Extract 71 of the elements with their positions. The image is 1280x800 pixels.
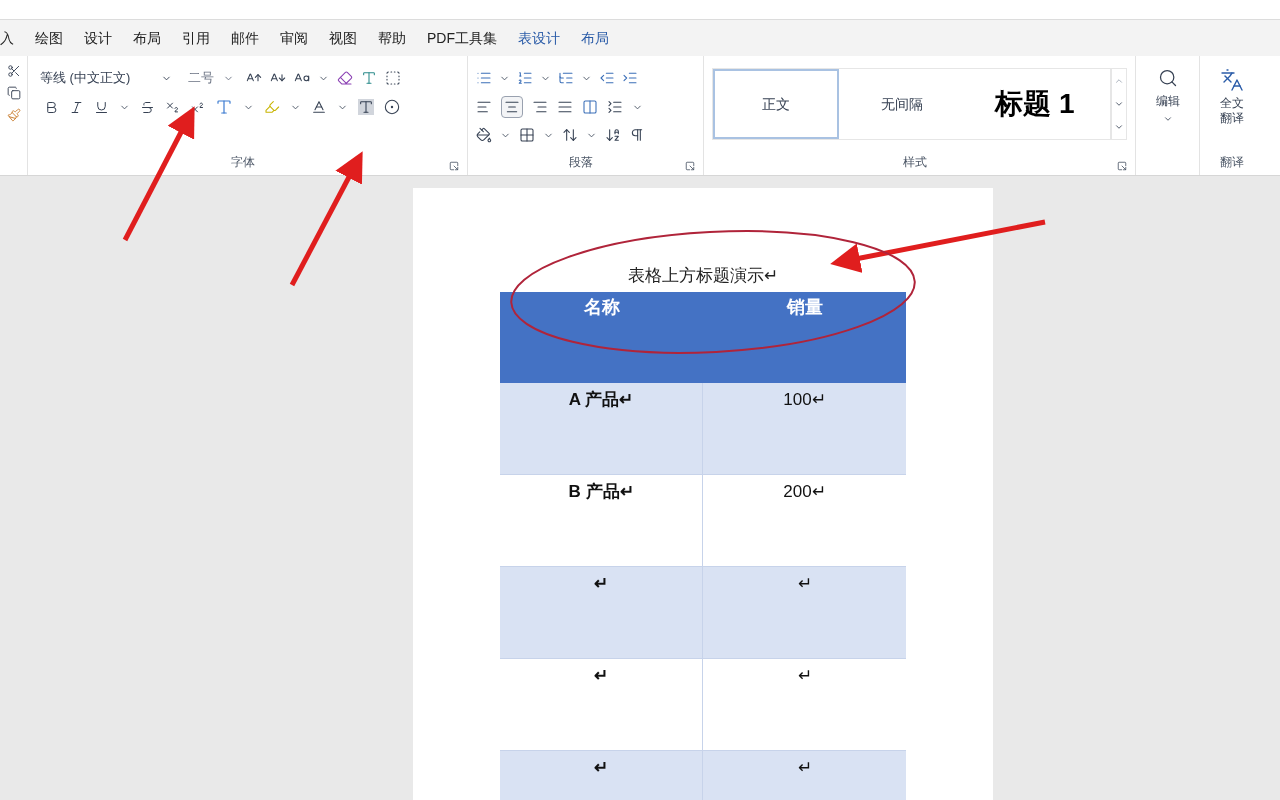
strikethrough-icon[interactable] (140, 99, 155, 115)
ribbon-tab[interactable]: 表设计 (518, 27, 560, 49)
group-label: 字体 (230, 154, 255, 171)
editing-button[interactable]: 编辑 (1155, 68, 1180, 124)
copy-icon[interactable] (6, 86, 21, 100)
clear-formatting-icon[interactable] (337, 70, 353, 86)
ribbon-tab[interactable]: 布局 (581, 27, 609, 49)
font-name-field[interactable]: 等线 (中文正文) (36, 66, 176, 90)
table-cell-text: ↵ (796, 573, 813, 595)
format-painter-icon[interactable] (6, 108, 21, 122)
ribbon-tab[interactable]: 帮助 (378, 27, 406, 49)
multilevel-list-icon[interactable] (558, 70, 574, 86)
search-icon (1157, 68, 1178, 88)
sort-icon[interactable] (605, 127, 621, 143)
shading-icon[interactable] (476, 127, 492, 143)
table-cell: B 产品↵ (500, 475, 703, 566)
dialog-launcher-icon[interactable] (449, 161, 459, 171)
table-cell-text: 200↵ (782, 481, 827, 503)
scroll-down-icon[interactable] (1114, 99, 1124, 109)
font-size-field[interactable]: 二号 (184, 66, 238, 90)
ribbon-tab[interactable]: 设计 (84, 27, 112, 49)
ribbon-tab[interactable]: PDF工具集 (427, 27, 497, 49)
align-left-icon[interactable] (476, 99, 492, 115)
font-color-icon[interactable] (311, 99, 327, 115)
table-cell: ↵ (500, 751, 703, 800)
translate-button[interactable]: 全文翻译 (1210, 68, 1254, 126)
group-label: 样式 (902, 154, 927, 171)
underline-icon[interactable] (94, 99, 109, 115)
table-cell: ↵ (500, 567, 703, 658)
style-option[interactable]: 标题 1 (965, 69, 1105, 139)
caption-text: 表格上方标题演示↵ (628, 265, 778, 288)
character-border-icon[interactable] (385, 70, 401, 86)
decrease-indent-icon[interactable] (599, 70, 615, 86)
superscript-icon[interactable] (190, 99, 205, 115)
ribbon-tab[interactable]: 引用 (182, 27, 210, 49)
italic-icon[interactable] (69, 99, 84, 115)
show-marks-icon[interactable] (629, 127, 645, 143)
dialog-launcher-icon[interactable] (1117, 161, 1127, 171)
column-header: 销量 (785, 296, 824, 319)
cut-icon[interactable] (6, 64, 21, 78)
ribbon-tab[interactable]: 绘图 (35, 27, 63, 49)
bold-icon[interactable] (44, 99, 59, 115)
align-center-icon (504, 99, 520, 115)
ribbon-tab[interactable]: 邮件 (231, 27, 259, 49)
subscript-icon[interactable] (165, 99, 180, 115)
style-option[interactable]: 正文 (713, 69, 839, 139)
caret-icon (1162, 114, 1173, 124)
align-center-button[interactable] (501, 96, 523, 118)
align-right-icon[interactable] (532, 99, 548, 115)
ribbon-tab[interactable]: 审阅 (280, 27, 308, 49)
bullets-icon[interactable] (476, 70, 492, 86)
increase-indent-icon[interactable] (622, 70, 638, 86)
ribbon-tab[interactable]: 视图 (329, 27, 357, 49)
ribbon-tab[interactable]: 入 (0, 27, 14, 49)
column-header: 名称 (582, 296, 621, 319)
table-cell-text: ↵ (796, 665, 813, 687)
numbering-icon[interactable] (517, 70, 533, 86)
group-label: 翻译 (1220, 154, 1244, 171)
group-label: 段落 (568, 154, 593, 171)
justify-icon[interactable] (557, 99, 573, 115)
character-shading-icon[interactable] (358, 99, 374, 115)
dialog-launcher-icon[interactable] (685, 161, 695, 171)
line-spacing-icon[interactable] (607, 99, 623, 115)
borders-icon[interactable] (519, 127, 535, 143)
style-option[interactable]: 无间隔 (839, 69, 965, 139)
table-cell: A 产品↵ (500, 383, 703, 474)
table-cell: ↵ (500, 659, 703, 750)
translate-icon (1220, 68, 1244, 92)
ribbon-tab[interactable]: 布局 (133, 27, 161, 49)
table-cell-text: 100↵ (782, 389, 827, 411)
table-cell-text: ↵ (796, 757, 813, 779)
